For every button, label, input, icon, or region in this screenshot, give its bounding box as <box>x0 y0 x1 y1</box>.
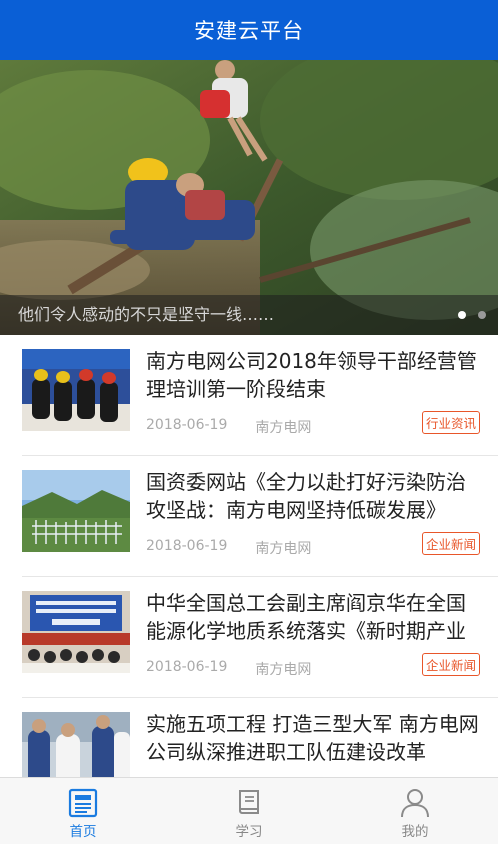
banner-caption: 他们令人感动的不只是坚守一线…… <box>0 295 498 335</box>
tab-label: 首页 <box>69 824 97 840</box>
tab-mine[interactable]: 我的 <box>332 778 498 844</box>
news-item[interactable]: 南方电网公司2018年领导干部经营管理培训第一阶段结束 2018-06-19 南… <box>22 335 498 456</box>
news-title: 实施五项工程 打造三型大军 南方电网公司纵深推进职工队伍建设改革 <box>146 712 479 764</box>
page-title: 安建云平台 <box>194 19 304 43</box>
bottom-tab-bar: 首页 学习 我的 <box>0 777 498 844</box>
news-thumbnail <box>22 712 130 777</box>
news-thumbnail <box>22 470 130 552</box>
news-category-tag: 企业新闻 <box>421 653 480 676</box>
news-thumbnail <box>22 349 130 431</box>
news-title: 南方电网公司2018年领导干部经营管理培训第一阶段结束 <box>146 349 477 401</box>
news-source: 南方电网 <box>255 420 312 436</box>
newspaper-icon <box>67 786 99 820</box>
news-item[interactable]: 中华全国总工会副主席阎京华在全国能源化学地质系统落实《新时期产业工人队伍建设改革… <box>22 577 498 698</box>
news-source: 南方电网 <box>255 662 312 678</box>
banner-photo <box>0 60 498 335</box>
app-header: 安建云平台 <box>0 0 498 60</box>
news-category-tag: 行业资讯 <box>421 411 480 434</box>
news-category-tag: 企业新闻 <box>421 532 480 555</box>
user-icon <box>399 786 431 820</box>
news-date: 2018-06-19 <box>146 538 228 554</box>
carousel-dot-2[interactable] <box>478 311 486 319</box>
news-title: 中华全国总工会副主席阎京华在全国能源化学地质系统落实《新时期产业工人队伍建设改革… <box>146 591 466 643</box>
carousel-indicator <box>458 311 486 319</box>
news-date: 2018-06-19 <box>146 659 228 675</box>
carousel-dot-1[interactable] <box>458 311 466 319</box>
tab-label: 学习 <box>235 824 263 840</box>
news-source: 南方电网 <box>255 541 312 557</box>
news-list: 南方电网公司2018年领导干部经营管理培训第一阶段结束 2018-06-19 南… <box>0 335 498 777</box>
tab-label: 我的 <box>401 824 429 840</box>
book-icon <box>234 786 264 820</box>
news-date: 2018-06-19 <box>146 417 228 433</box>
tab-study[interactable]: 学习 <box>166 778 332 844</box>
tab-home[interactable]: 首页 <box>0 778 166 844</box>
news-thumbnail <box>22 591 130 673</box>
news-item[interactable]: 国资委网站《全力以赴打好污染防治攻坚战：南方电网坚持低碳发展》 2018-06-… <box>22 456 498 577</box>
news-title: 国资委网站《全力以赴打好污染防治攻坚战：南方电网坚持低碳发展》 <box>146 470 466 522</box>
banner-carousel[interactable]: 他们令人感动的不只是坚守一线…… <box>0 60 498 335</box>
news-item[interactable]: 实施五项工程 打造三型大军 南方电网公司纵深推进职工队伍建设改革 <box>22 698 498 777</box>
